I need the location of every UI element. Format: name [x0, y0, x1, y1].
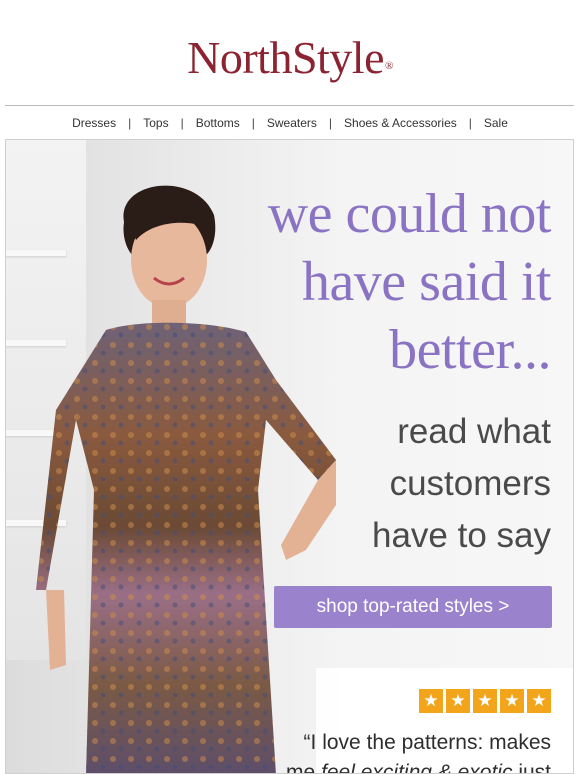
review-quote: “I love the patterns: makes me feel exci… — [251, 728, 551, 774]
star-icon: ★ — [500, 689, 524, 713]
star-icon: ★ — [446, 689, 470, 713]
shop-top-rated-button[interactable]: shop top-rated styles > — [274, 586, 552, 628]
subline-line: customers — [389, 464, 551, 503]
nav-link-bottoms[interactable]: Bottoms — [196, 116, 240, 130]
subline-line: have to say — [372, 516, 551, 555]
left-hand-shape — [46, 590, 66, 670]
quote-line: “I love the patterns: makes — [303, 731, 551, 754]
hero-headline: we could not have said it better... — [267, 180, 552, 384]
star-icon: ★ — [527, 689, 551, 713]
hero-banner[interactable]: we could not have said it better... read… — [5, 139, 574, 774]
nav-link-tops[interactable]: Tops — [143, 116, 168, 130]
headline-line: we could not — [267, 183, 552, 245]
nav-link-sale[interactable]: Sale — [484, 116, 508, 130]
category-nav: Dresses | Tops | Bottoms | Sweaters | Sh… — [0, 115, 580, 131]
nav-link-shoes-accessories[interactable]: Shoes & Accessories — [344, 116, 457, 130]
nav-link-dresses[interactable]: Dresses — [72, 116, 116, 130]
header-divider — [5, 105, 574, 106]
star-icon: ★ — [473, 689, 497, 713]
email-header: NorthStyle® — [0, 0, 580, 106]
brand-logo[interactable]: NorthStyle® — [0, 30, 580, 86]
nav-separator: | — [251, 116, 255, 130]
nav-separator: | — [180, 116, 184, 130]
nav-separator: | — [328, 116, 333, 130]
right-hand-shape — [281, 460, 336, 560]
nav-separator: | — [128, 116, 132, 130]
star-icon: ★ — [419, 689, 443, 713]
hero-subline: read what customers have to say — [372, 406, 551, 562]
brand-name: NorthStyle — [187, 32, 385, 83]
headline-line: have said it — [301, 251, 552, 313]
quote-line: me feel exciting & exotic just — [251, 758, 551, 774]
quote-text: just — [512, 761, 551, 774]
registered-mark: ® — [385, 60, 393, 72]
nav-separator: | — [468, 116, 472, 130]
star-rating: ★ ★ ★ ★ ★ — [419, 689, 551, 713]
quote-text: me — [286, 761, 322, 774]
headline-line: better... — [389, 319, 551, 381]
quote-emphasis: feel exciting & exotic — [321, 761, 513, 774]
nav-link-sweaters[interactable]: Sweaters — [267, 116, 317, 130]
subline-line: read what — [397, 412, 551, 451]
